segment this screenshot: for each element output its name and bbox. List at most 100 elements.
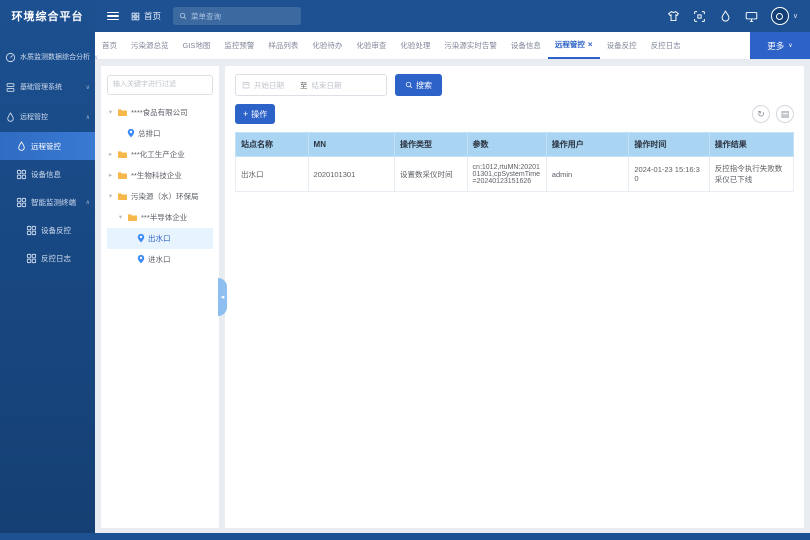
search-icon <box>179 12 187 20</box>
action-toolbar: + 操作 ↻ ▤ <box>235 104 794 124</box>
tab-lab-todo[interactable]: 化验待办 <box>305 32 349 59</box>
col-op-time: 操作时间 <box>629 133 709 157</box>
folder-icon <box>127 213 138 222</box>
system-icon <box>5 82 16 93</box>
chevron-down-icon: ∨ <box>793 12 798 20</box>
avatar <box>771 7 789 25</box>
sidebar-item-label: 反控日志 <box>41 253 71 264</box>
flame-icon[interactable] <box>719 10 732 23</box>
tab-lab-process[interactable]: 化验处理 <box>393 32 437 59</box>
column-settings-icon[interactable]: ▤ <box>776 105 794 123</box>
site-tree: ▾ ****食品有限公司 总排口 ▸ ***化工生产企业 ▸ <box>107 102 213 270</box>
folder-icon <box>117 150 128 159</box>
sidebar-item-device-reverse-control[interactable]: 设备反控 <box>0 216 95 244</box>
location-pin-icon <box>137 233 145 243</box>
menu-search-box[interactable] <box>173 7 301 25</box>
refresh-icon[interactable]: ↻ <box>752 105 770 123</box>
operate-button[interactable]: + 操作 <box>235 104 275 124</box>
chevron-up-icon: ∧ <box>86 199 90 206</box>
col-mn: MN <box>308 133 394 157</box>
menu-search-input[interactable] <box>191 12 295 21</box>
sidebar-item-label: 基础管理系统 <box>20 82 62 92</box>
tree-filter-input[interactable] <box>107 75 213 95</box>
calendar-icon <box>242 81 250 89</box>
open-tabs: 首页 污染源总览 GIS地图 监控预警 样品列表 化验待办 化验审查 化验处理 … <box>95 32 750 59</box>
tab-realtime-alarm[interactable]: 污染源实时告警 <box>437 32 504 59</box>
caret-collapsed-icon[interactable]: ▸ <box>107 171 114 179</box>
topbar-actions: ∨ <box>667 7 798 25</box>
folder-icon <box>117 171 128 180</box>
search-button[interactable]: 搜索 <box>395 74 442 96</box>
skin-icon[interactable] <box>667 10 680 23</box>
end-date-input[interactable] <box>312 81 354 90</box>
user-menu[interactable]: ∨ <box>771 7 798 25</box>
col-op-type: 操作类型 <box>395 133 468 157</box>
tab-device-reverse-control[interactable]: 设备反控 <box>600 32 644 59</box>
sidebar-item-smart-terminal[interactable]: 智能监测终端 ∧ <box>0 188 95 216</box>
location-pin-icon <box>137 254 145 264</box>
tree-node-chemical-company[interactable]: ▸ ***化工生产企业 <box>107 144 213 165</box>
tree-node-outlet[interactable]: 出水口 <box>107 228 213 249</box>
sidebar-item-reverse-log[interactable]: 反控日志 <box>0 244 95 272</box>
tree-node-semiconductor-company[interactable]: ▾ ***半导体企业 <box>107 207 213 228</box>
table-tools: ↻ ▤ <box>752 105 794 123</box>
cell-op-result: 反控指令执行失败数采仪已下线 <box>709 157 793 192</box>
sidebar-item-base-system[interactable]: 基础管理系统 ∨ <box>0 72 95 102</box>
tab-device-info[interactable]: 设备信息 <box>504 32 548 59</box>
topbar: 首页 ∨ <box>95 0 810 32</box>
main-column: 首页 ∨ 首页 污染源总览 GIS地图 监控预警 样品列表 化验待办 化验审查 <box>95 0 810 540</box>
home-grid-icon <box>131 12 140 21</box>
chevron-down-icon: ∨ <box>86 84 90 91</box>
grid-icon <box>26 253 37 264</box>
cell-site-name: 出水口 <box>236 157 309 192</box>
plus-icon: + <box>243 109 248 119</box>
caret-expanded-icon[interactable]: ▾ <box>117 213 124 221</box>
tab-remote-control[interactable]: 远程管控 × <box>548 32 600 59</box>
grid-icon <box>26 225 37 236</box>
folder-icon <box>117 108 128 117</box>
date-range-picker[interactable]: 至 <box>235 74 387 96</box>
sidebar-item-remote-group[interactable]: 远程管控 ∧ <box>0 102 95 132</box>
tree-collapse-handle[interactable]: ◂ <box>218 278 227 316</box>
tab-gis-map[interactable]: GIS地图 <box>176 32 218 59</box>
grid-icon <box>16 169 27 180</box>
monitor-icon[interactable] <box>745 10 758 23</box>
tree-node-biotech-company[interactable]: ▸ **生物科技企业 <box>107 165 213 186</box>
breadcrumb-home-label: 首页 <box>144 10 161 22</box>
sidebar: 环境综合平台 水质监测数据综合分析 ∨ 基础管理系统 ∨ 远程管控 ∧ 远程管控… <box>0 0 95 540</box>
more-tabs-button[interactable]: 更多 ∨ <box>750 32 810 59</box>
caret-expanded-icon[interactable]: ▾ <box>107 192 114 200</box>
tab-pollution-overview[interactable]: 污染源总览 <box>124 32 176 59</box>
tab-reverse-control-log[interactable]: 反控日志 <box>644 32 688 59</box>
caret-expanded-icon[interactable]: ▾ <box>107 108 114 116</box>
tree-node-food-company[interactable]: ▾ ****食品有限公司 <box>107 102 213 123</box>
tree-node-epa-bureau[interactable]: ▾ 污染源（水）环保局 <box>107 186 213 207</box>
sidebar-item-device-info[interactable]: 设备信息 <box>0 160 95 188</box>
chevron-down-icon: ∨ <box>94 54 98 61</box>
tree-node-main-outlet[interactable]: 总排口 <box>107 123 213 144</box>
tree-node-inlet[interactable]: 进水口 <box>107 249 213 270</box>
operations-panel: 至 搜索 + 操作 ↻ ▤ <box>225 66 804 528</box>
drop-icon <box>5 112 16 123</box>
table-row[interactable]: 出水口 2020101301 设置数采仪时间 cn:1012,rtuMN:202… <box>236 157 794 192</box>
sidebar-item-remote-control[interactable]: 远程管控 <box>0 132 95 160</box>
col-op-user: 操作用户 <box>546 133 629 157</box>
hamburger-menu-icon[interactable] <box>107 12 119 21</box>
operations-table: 站点名称 MN 操作类型 参数 操作用户 操作时间 操作结果 出水口 20201… <box>235 132 794 192</box>
sidebar-item-water-analysis[interactable]: 水质监测数据综合分析 ∨ <box>0 42 95 72</box>
close-tab-icon[interactable]: × <box>588 40 593 49</box>
tab-sample-list[interactable]: 样品列表 <box>261 32 305 59</box>
col-params: 参数 <box>467 133 546 157</box>
breadcrumb-home[interactable]: 首页 <box>131 10 161 22</box>
chevron-down-icon: ∨ <box>788 42 792 49</box>
start-date-input[interactable] <box>254 81 296 90</box>
tab-lab-review[interactable]: 化验审查 <box>349 32 393 59</box>
chevron-up-icon: ∧ <box>86 114 90 121</box>
caret-collapsed-icon[interactable]: ▸ <box>107 150 114 158</box>
scan-icon[interactable] <box>693 10 706 23</box>
sidebar-item-label: 智能监测终端 <box>31 197 76 208</box>
cell-op-type: 设置数采仪时间 <box>395 157 468 192</box>
tab-monitor-warning[interactable]: 监控预警 <box>217 32 261 59</box>
tab-home[interactable]: 首页 <box>95 32 124 59</box>
date-range-separator: 至 <box>300 80 308 91</box>
